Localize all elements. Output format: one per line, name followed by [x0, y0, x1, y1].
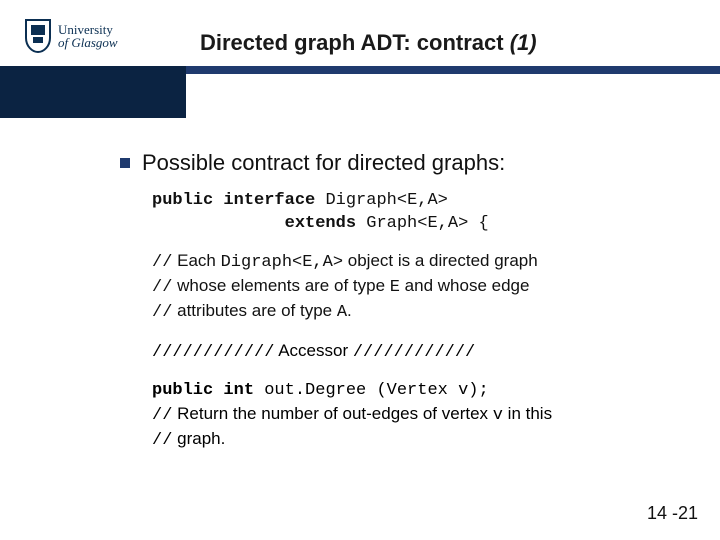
method-comment-2: // graph.	[152, 428, 680, 453]
method-comment-1: // Return the number of out-edges of ver…	[152, 403, 680, 428]
university-logo: University of Glasgow	[24, 18, 118, 54]
comment-line-2: // whose elements are of type E and whos…	[152, 275, 680, 300]
bullet-icon	[120, 158, 130, 168]
header-rule	[0, 66, 720, 74]
class-comment: // Each Digraph<E,A> object is a directe…	[152, 250, 680, 325]
method-signature: public int out.Degree (Vertex v);	[152, 378, 680, 403]
comment-line-1: // Each Digraph<E,A> object is a directe…	[152, 250, 680, 275]
logo-text: University of Glasgow	[58, 23, 118, 49]
title-suffix: (1)	[510, 30, 537, 55]
logo-line2: of Glasgow	[58, 36, 118, 49]
method-declaration: public int out.Degree (Vertex v); // Ret…	[152, 378, 680, 453]
header-accent-box	[0, 74, 186, 118]
crest-icon	[24, 18, 52, 54]
slide-number: 14 -21	[647, 503, 698, 524]
interface-declaration: public interface Digraph<E,A> extends Gr…	[152, 190, 680, 236]
bullet-text: Possible contract for directed graphs:	[142, 150, 505, 176]
section-divider-accessor: //////////// Accessor ////////////	[152, 341, 680, 362]
slide-header: University of Glasgow Directed graph ADT…	[0, 0, 720, 72]
comment-line-3: // attributes are of type A.	[152, 300, 680, 325]
slide-title: Directed graph ADT: contract (1)	[200, 30, 537, 56]
bullet-item: Possible contract for directed graphs:	[120, 150, 680, 176]
slide-body: Possible contract for directed graphs: p…	[120, 150, 680, 453]
title-main: Directed graph ADT: contract	[200, 30, 510, 55]
